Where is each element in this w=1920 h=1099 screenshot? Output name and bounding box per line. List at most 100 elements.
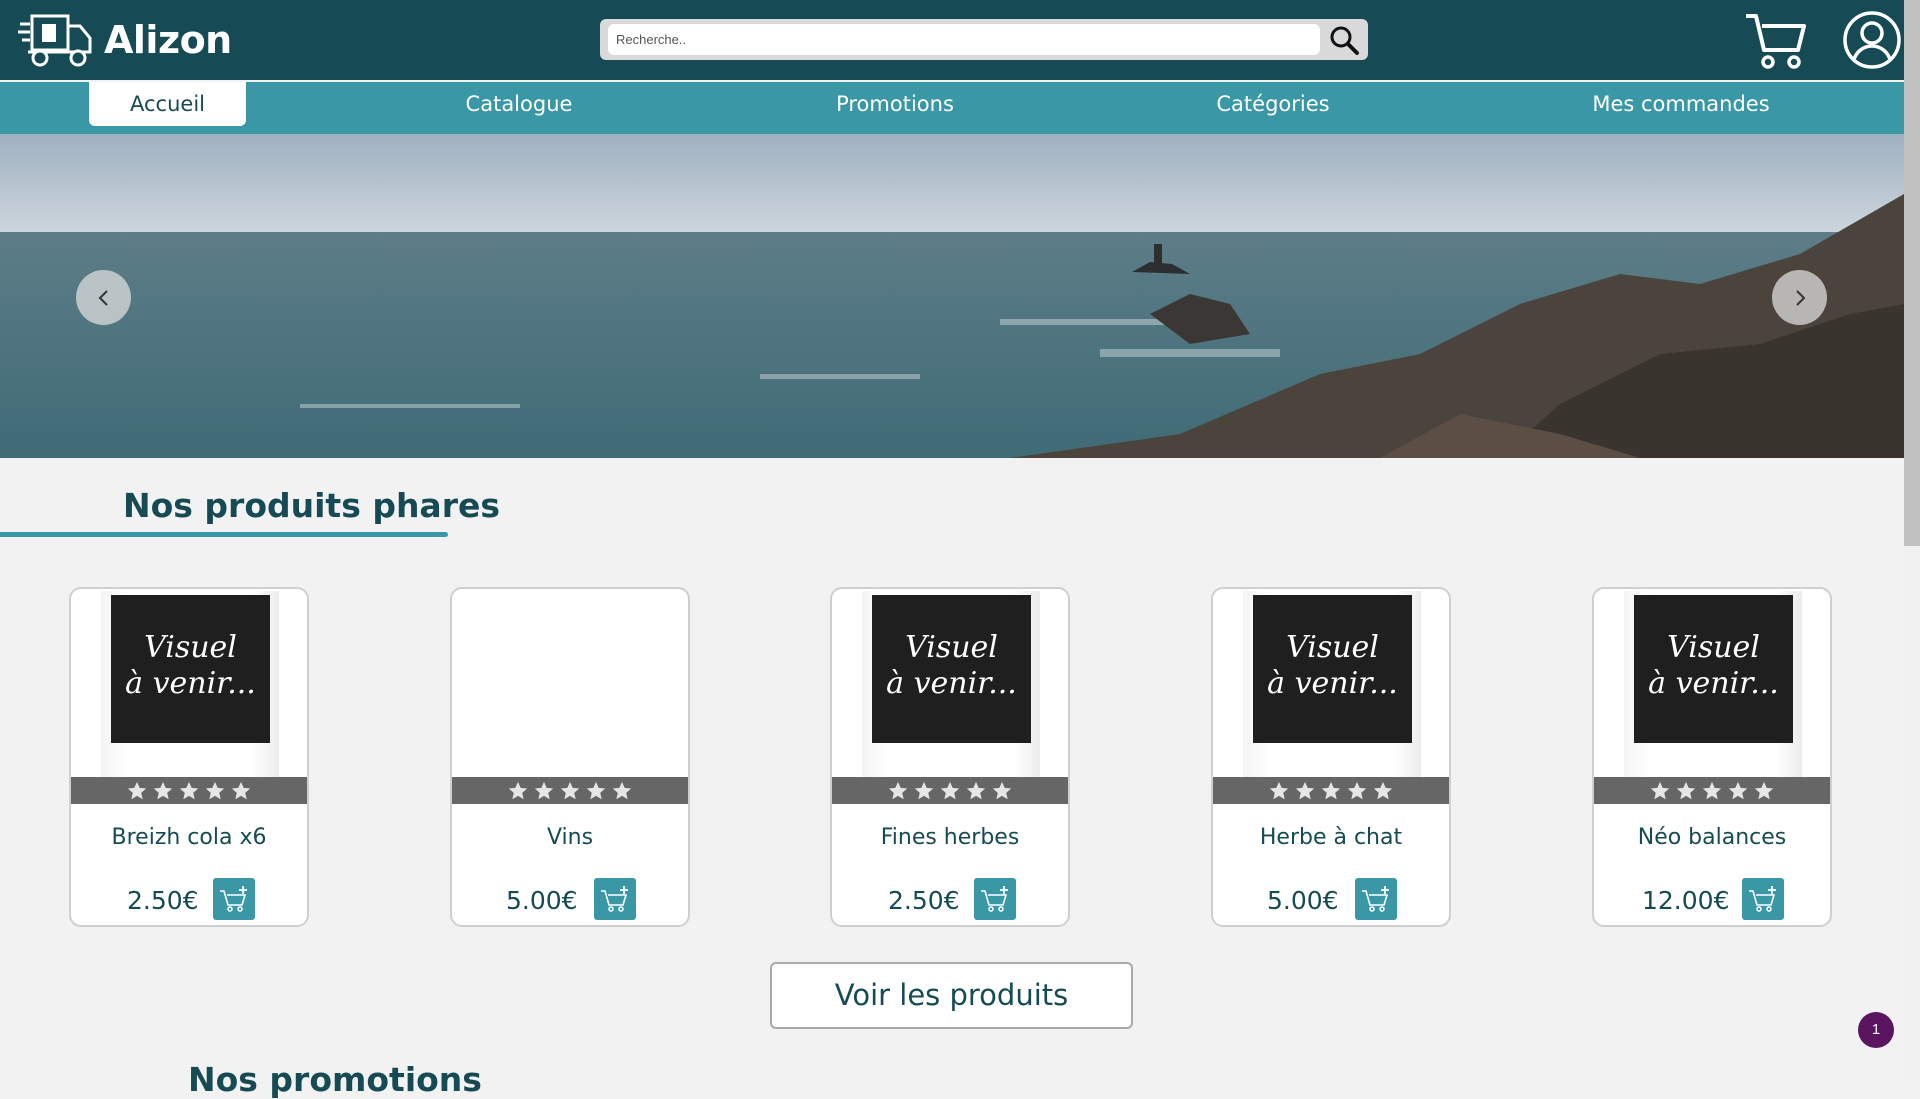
search-icon	[1330, 26, 1359, 55]
star-icon	[1269, 781, 1289, 799]
placeholder-board: Visuel à venir...	[1253, 595, 1412, 743]
product-card[interactable]: Visuel à venir... Fines herbes 2.50€	[830, 587, 1070, 927]
placeholder-line-1: Visuel	[144, 630, 237, 665]
star-icon	[1321, 781, 1341, 799]
nav-item-catalogue[interactable]: Catalogue	[438, 82, 600, 126]
star-icon	[966, 781, 986, 799]
star-icon	[534, 781, 554, 799]
product-name[interactable]: Herbe à chat	[1213, 825, 1449, 850]
product-price: 5.00€	[506, 886, 578, 915]
search-button[interactable]	[1326, 22, 1362, 57]
carousel-prev-button[interactable]	[76, 270, 131, 325]
search-input[interactable]	[608, 24, 1320, 55]
star-icon	[1295, 781, 1315, 799]
star-icon	[127, 781, 147, 799]
cart-plus-icon	[1362, 886, 1389, 912]
placeholder-line-2: à venir...	[1648, 666, 1779, 701]
placeholder-line-1: Visuel	[1667, 630, 1760, 665]
star-icon	[1676, 781, 1696, 799]
star-icon	[179, 781, 199, 799]
delivery-truck-icon	[18, 14, 92, 67]
star-icon	[914, 781, 934, 799]
star-icon	[1373, 781, 1393, 799]
banner-image	[0, 134, 1904, 458]
placeholder-line-2: à venir...	[1267, 666, 1398, 701]
rating-stars	[452, 777, 688, 804]
placeholder-board: Visuel à venir...	[1634, 595, 1793, 743]
hero-banner	[0, 134, 1904, 458]
product-card[interactable]: Visuel à venir... Breizh cola x6 2.50€	[69, 587, 309, 927]
product-image[interactable]	[482, 591, 660, 781]
logo-text: Alizon	[104, 18, 232, 62]
cart-icon	[1746, 14, 1806, 69]
site-logo[interactable]: Alizon	[18, 10, 232, 70]
star-icon	[1650, 781, 1670, 799]
product-image[interactable]: Visuel à venir...	[101, 591, 279, 781]
star-icon	[1347, 781, 1367, 799]
star-icon	[586, 781, 606, 799]
star-icon	[992, 781, 1012, 799]
placeholder-line-2: à venir...	[125, 666, 256, 701]
star-icon	[153, 781, 173, 799]
cart-plus-icon	[981, 886, 1008, 912]
user-icon	[1843, 11, 1901, 69]
placeholder-board: Visuel à venir...	[111, 595, 270, 743]
product-price: 2.50€	[888, 886, 960, 915]
rating-stars	[832, 777, 1068, 804]
star-icon	[231, 781, 251, 799]
main-nav: Accueil Catalogue Promotions Catégories …	[0, 82, 1904, 134]
scrollbar-thumb[interactable]	[1904, 0, 1920, 546]
star-icon	[1702, 781, 1722, 799]
chevron-left-icon	[98, 289, 108, 306]
placeholder-line-1: Visuel	[905, 630, 998, 665]
section-underline	[0, 532, 448, 537]
rating-stars	[71, 777, 307, 804]
nav-item-categories[interactable]: Catégories	[1192, 82, 1354, 126]
add-to-cart-button[interactable]	[1742, 878, 1784, 920]
product-card[interactable]: Vins 5.00€	[450, 587, 690, 927]
section-title-featured: Nos produits phares	[123, 486, 501, 525]
notification-badge[interactable]: 1	[1858, 1012, 1894, 1048]
nav-item-accueil[interactable]: Accueil	[89, 82, 246, 126]
star-icon	[888, 781, 908, 799]
add-to-cart-button[interactable]	[594, 878, 636, 920]
star-icon	[205, 781, 225, 799]
product-price: 5.00€	[1267, 886, 1339, 915]
star-icon	[612, 781, 632, 799]
product-name[interactable]: Fines herbes	[832, 825, 1068, 850]
product-name[interactable]: Néo balances	[1594, 825, 1830, 850]
add-to-cart-button[interactable]	[1355, 878, 1397, 920]
product-price: 12.00€	[1642, 886, 1730, 915]
product-image[interactable]: Visuel à venir...	[862, 591, 1040, 781]
placeholder-line-1: Visuel	[1286, 630, 1379, 665]
star-icon	[940, 781, 960, 799]
cart-plus-icon	[1749, 886, 1776, 912]
star-icon	[1754, 781, 1774, 799]
product-card[interactable]: Visuel à venir... Néo balances 12.00€	[1592, 587, 1832, 927]
account-button[interactable]	[1842, 10, 1902, 70]
star-icon	[560, 781, 580, 799]
top-header: Alizon	[0, 0, 1904, 80]
product-image[interactable]: Visuel à venir...	[1624, 591, 1802, 781]
cart-button[interactable]	[1744, 10, 1806, 70]
product-image[interactable]: Visuel à venir...	[1243, 591, 1421, 781]
rating-stars	[1213, 777, 1449, 804]
add-to-cart-button[interactable]	[974, 878, 1016, 920]
product-name[interactable]: Vins	[452, 825, 688, 850]
product-card[interactable]: Visuel à venir... Herbe à chat 5.00€	[1211, 587, 1451, 927]
placeholder-line-2: à venir...	[886, 666, 1017, 701]
search-bar	[600, 19, 1368, 60]
product-name[interactable]: Breizh cola x6	[71, 825, 307, 850]
nav-item-promotions[interactable]: Promotions	[810, 82, 980, 126]
chevron-right-icon	[1795, 289, 1805, 306]
star-icon	[508, 781, 528, 799]
nav-item-mes-commandes[interactable]: Mes commandes	[1570, 82, 1792, 126]
cart-plus-icon	[601, 886, 628, 912]
rating-stars	[1594, 777, 1830, 804]
carousel-next-button[interactable]	[1772, 270, 1827, 325]
see-products-button[interactable]: Voir les produits	[770, 962, 1133, 1029]
add-to-cart-button[interactable]	[213, 878, 255, 920]
star-icon	[1728, 781, 1748, 799]
product-price: 2.50€	[127, 886, 199, 915]
placeholder-board: Visuel à venir...	[872, 595, 1031, 743]
